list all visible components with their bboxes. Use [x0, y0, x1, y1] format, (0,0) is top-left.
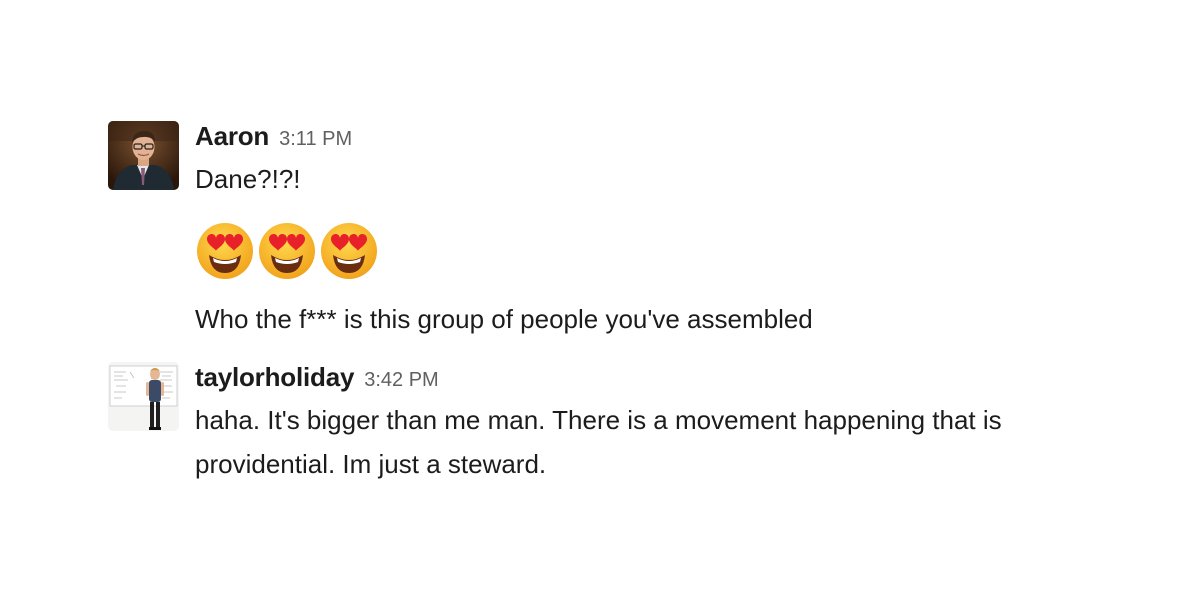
emoji-row	[195, 221, 1155, 283]
timestamp[interactable]: 3:42 PM	[364, 369, 438, 391]
timestamp[interactable]: 3:11 PM	[279, 128, 352, 150]
heart-eyes-emoji	[257, 221, 317, 283]
message-content: Aaron 3:11 PM Dane?!?! Who the f*** is t…	[195, 121, 1155, 341]
heart-eyes-emoji	[195, 221, 255, 283]
message-text: haha. It's bigger than me man. There is …	[195, 405, 1002, 479]
avatar[interactable]	[108, 362, 179, 431]
avatar[interactable]	[108, 121, 179, 190]
chat-pane: Aaron 3:11 PM Dane?!?! Who the f*** is t…	[0, 0, 1200, 600]
message-text: Who the f*** is this group of people you…	[195, 304, 813, 334]
author-name[interactable]: Aaron	[195, 121, 269, 151]
message-header: Aaron 3:11 PM	[195, 121, 1155, 151]
message-content: taylorholiday 3:42 PM haha. It's bigger t…	[195, 362, 1155, 486]
message-text: Dane?!?!	[195, 164, 301, 194]
author-name[interactable]: taylorholiday	[195, 362, 354, 392]
heart-eyes-emoji	[319, 221, 379, 283]
message-header: taylorholiday 3:42 PM	[195, 362, 1155, 392]
